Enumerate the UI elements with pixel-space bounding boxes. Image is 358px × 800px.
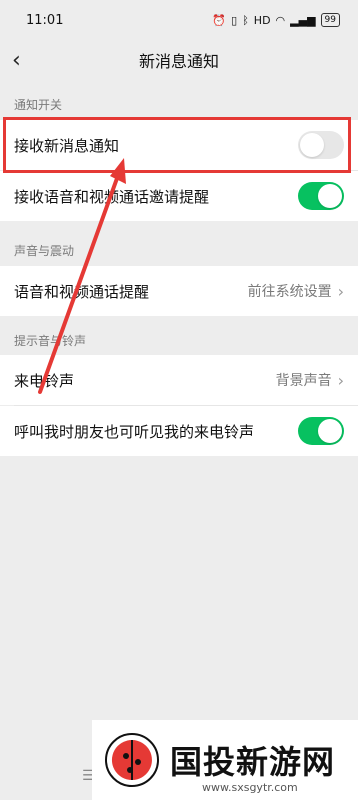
row-label: 来电铃声 xyxy=(14,371,75,390)
bluetooth-icon: ᛒ xyxy=(242,13,249,27)
chevron-right-icon: › xyxy=(337,281,344,301)
row-label: 呼叫我时朋友也可听见我的来电铃声 xyxy=(14,422,255,441)
row-value-text: 背景声音 xyxy=(275,373,332,389)
battery-icon: 99 xyxy=(320,13,340,27)
row-call-reminder-sound[interactable]: 语音和视频通话提醒 前往系统设置 › xyxy=(0,266,358,316)
receive-new-message-toggle[interactable] xyxy=(298,131,344,159)
alarm-icon: ⏰ xyxy=(212,13,227,27)
row-receive-new-message[interactable]: 接收新消息通知 xyxy=(0,120,358,170)
nav-bar: ‹ 新消息通知 xyxy=(0,40,358,80)
row-value-text: 前往系统设置 xyxy=(247,284,332,300)
friends-hear-ringtone-toggle[interactable] xyxy=(298,417,344,445)
row-label: 接收语音和视频通话邀请提醒 xyxy=(14,187,210,206)
row-label: 接收新消息通知 xyxy=(14,136,120,155)
toggle-knob xyxy=(318,419,342,443)
ladybug-logo-icon xyxy=(105,733,159,787)
section-label-ringtone: 提示音与铃声 xyxy=(14,334,87,348)
status-time: 11:01 xyxy=(26,12,64,28)
toggle-knob xyxy=(300,133,324,157)
call-invite-reminder-toggle[interactable] xyxy=(298,182,344,210)
signal-icon: ▂▄▆ xyxy=(290,13,316,27)
watermark-url: www.sxsgytr.com xyxy=(202,781,298,794)
status-bar: 11:01 ⏰ ▯ ᛒ HD ◠ ▂▄▆ 99 xyxy=(0,0,358,40)
status-icons: ⏰ ▯ ᛒ HD ◠ ▂▄▆ 99 xyxy=(212,13,340,27)
page-title: 新消息通知 xyxy=(138,52,219,71)
row-call-invite-reminder[interactable]: 接收语音和视频通话邀请提醒 xyxy=(0,171,358,221)
row-friends-hear-ringtone[interactable]: 呼叫我时朋友也可听见我的来电铃声 xyxy=(0,406,358,456)
wifi-icon: ◠ xyxy=(275,13,286,27)
row-ringtone[interactable]: 来电铃声 背景声音 › xyxy=(0,355,358,405)
section-label-sound: 声音与震动 xyxy=(14,244,75,258)
chevron-left-icon[interactable]: ‹ xyxy=(12,48,21,73)
toggle-knob xyxy=(318,184,342,208)
section-label-notify: 通知开关 xyxy=(14,98,63,112)
row-label: 语音和视频通话提醒 xyxy=(14,282,150,301)
row-value: 背景声音 › xyxy=(276,370,344,390)
chevron-right-icon: › xyxy=(337,370,344,390)
watermark: 国投新游网 www.sxsgytr.com xyxy=(92,720,358,800)
row-value: 前往系统设置 › xyxy=(248,281,344,301)
watermark-text: 国投新游网 xyxy=(170,743,336,781)
hd-icon: HD xyxy=(253,13,271,27)
vibrate-icon: ▯ xyxy=(231,13,238,27)
